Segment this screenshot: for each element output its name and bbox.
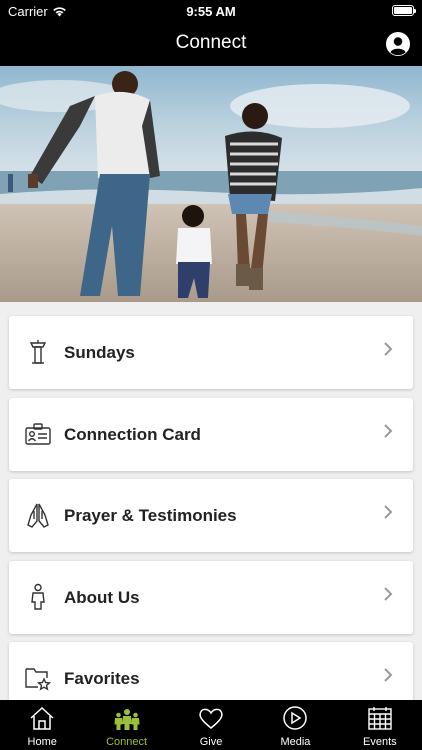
connect-menu: Sundays Connection Card Prayer & Testimo… [9, 316, 413, 724]
tab-give[interactable]: Give [169, 700, 253, 750]
menu-item-connection-card[interactable]: Connection Card [9, 397, 413, 471]
menu-item-prayer-testimonies[interactable]: Prayer & Testimonies [9, 479, 413, 552]
menu-label-connection-card: Connection Card [64, 424, 201, 444]
status-time: 9:55 AM [186, 4, 236, 19]
battery-cap [414, 9, 416, 13]
chevron-right-icon [384, 342, 393, 356]
chevron-right-icon [384, 586, 393, 601]
calendar-icon [368, 707, 392, 730]
praying-hands-icon [27, 503, 49, 528]
heart-icon [199, 708, 223, 729]
id-card-icon [25, 422, 51, 445]
status-bar: Carrier 9:55 AM [0, 0, 422, 22]
menu-label-about-us: About Us [64, 587, 140, 607]
chevron-right-icon [384, 668, 393, 682]
person-circle-icon[interactable] [386, 32, 410, 56]
menu-label-sundays: Sundays [64, 343, 135, 362]
hero-image [0, 66, 422, 302]
tab-events[interactable]: Events [338, 700, 422, 750]
hero-photo [0, 66, 422, 302]
menu-item-sundays[interactable]: Sundays [9, 316, 413, 389]
menu-label-favorites: Favorites [64, 669, 140, 688]
tab-label-home: Home [27, 736, 57, 748]
battery-icon [392, 5, 416, 16]
menu-item-about-us[interactable]: About Us [9, 560, 413, 634]
menu-label-prayer-testimonies: Prayer & Testimonies [64, 506, 237, 525]
page-title: Connect [175, 32, 247, 53]
podium-icon [29, 340, 47, 364]
tab-label-events: Events [363, 736, 397, 748]
people-icon [114, 709, 140, 730]
battery-fill [394, 7, 412, 14]
tab-connect[interactable]: Connect [84, 700, 168, 750]
folder-star-icon [25, 668, 51, 691]
tab-bar: Home Connect Give Media Events [0, 700, 422, 750]
tab-label-connect: Connect [106, 736, 148, 748]
tab-media[interactable]: Media [253, 700, 337, 750]
play-circle-icon [283, 706, 308, 730]
tab-label-give: Give [199, 736, 223, 748]
house-icon [30, 706, 54, 730]
tab-home[interactable]: Home [0, 700, 84, 750]
person-icon [31, 583, 45, 610]
chevron-right-icon [384, 423, 393, 438]
nav-bar: Connect [0, 22, 422, 66]
tab-label-media: Media [280, 736, 311, 748]
chevron-right-icon [384, 505, 393, 519]
